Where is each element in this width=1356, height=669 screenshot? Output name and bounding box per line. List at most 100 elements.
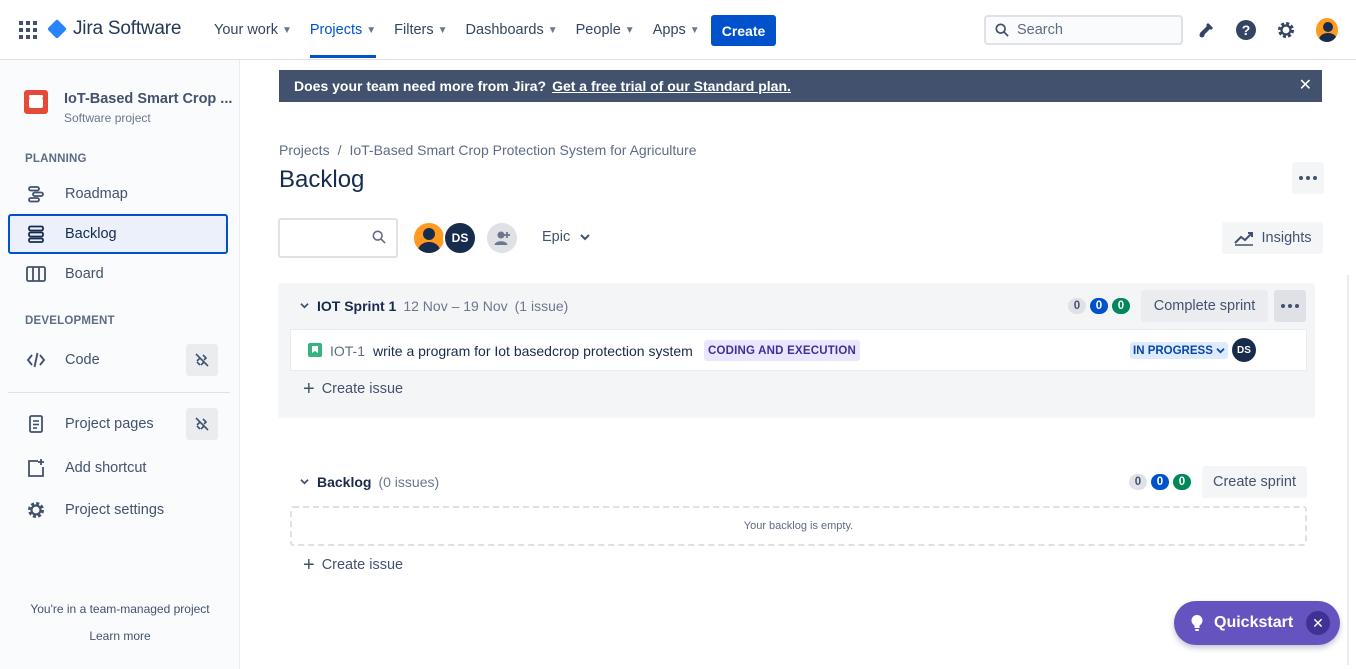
breadcrumb-project[interactable]: IoT-Based Smart Crop Protection System f…	[349, 142, 696, 158]
sidebar-item-project-settings[interactable]: Project settings	[8, 490, 228, 530]
project-pages-icon	[25, 413, 47, 435]
project-avatar-icon	[24, 90, 48, 114]
jira-logo[interactable]: Jira Software	[47, 18, 182, 40]
settings-icon[interactable]	[1275, 19, 1297, 41]
plus-icon: +	[303, 378, 315, 400]
banner-text: Does your team need more from Jira?	[294, 78, 547, 94]
chevron-down-icon: ▼	[689, 24, 700, 36]
nav-people-label: People	[575, 22, 621, 38]
project-sidebar: IoT-Based Smart Crop ... Software projec…	[0, 60, 240, 669]
app-name: Jira Software	[73, 18, 182, 39]
sidebar-item-label: Backlog	[65, 226, 117, 242]
breadcrumb-projects[interactable]: Projects	[279, 142, 330, 158]
disconnected-link-icon[interactable]	[186, 408, 218, 440]
status-label: IN PROGRESS	[1133, 344, 1213, 357]
search-icon	[995, 23, 1009, 37]
planning-heading: PLANNING	[25, 153, 87, 165]
sidebar-item-add-shortcut[interactable]: Add shortcut	[8, 448, 228, 488]
board-icon	[25, 263, 47, 285]
nav-apps[interactable]: Apps ▼	[653, 0, 700, 60]
sidebar-divider	[8, 392, 230, 393]
insights-button[interactable]: Insights	[1222, 222, 1323, 254]
sprint-more-button[interactable]	[1274, 290, 1306, 322]
table-row[interactable]: IOT-1 write a program for Iot basedcrop …	[290, 329, 1307, 371]
assignee-avatar[interactable]: DS	[1232, 338, 1256, 362]
more-actions-button[interactable]	[1292, 162, 1324, 194]
nav-filters-label: Filters	[394, 22, 434, 38]
chevron-down-icon	[580, 234, 590, 241]
learn-more-link[interactable]: Learn more	[0, 629, 240, 643]
scrollbar[interactable]	[1347, 275, 1349, 665]
sidebar-item-project-pages[interactable]: Project pages	[8, 404, 228, 444]
breadcrumb-separator: /	[337, 142, 342, 158]
chevron-down-icon: ▼	[281, 24, 292, 36]
nav-your-work-label: Your work	[214, 22, 278, 38]
status-dropdown[interactable]: IN PROGRESS	[1130, 342, 1228, 359]
user-avatar-icon	[418, 228, 440, 253]
profile-avatar[interactable]	[1316, 18, 1338, 42]
issue-key[interactable]: IOT-1	[330, 343, 365, 359]
nav-filters[interactable]: Filters ▼	[394, 0, 447, 60]
add-shortcut-icon	[25, 457, 47, 479]
avatar[interactable]: DS	[443, 221, 477, 255]
lightbulb-icon	[1191, 615, 1203, 631]
backlog-icon	[25, 223, 47, 245]
settings-icon	[25, 499, 47, 521]
nav-people[interactable]: People ▼	[576, 0, 635, 60]
backlog-search-input[interactable]	[278, 218, 398, 258]
sidebar-item-label: Board	[65, 266, 104, 282]
sidebar-item-board[interactable]: Board	[8, 254, 228, 294]
close-icon[interactable]: ✕	[1299, 78, 1312, 94]
project-header[interactable]	[24, 90, 48, 114]
todo-count: 0	[1129, 474, 1147, 490]
search-box[interactable]	[984, 15, 1183, 45]
top-navigation-bar: Jira Software Your work ▼ Projects ▼ Filte…	[0, 0, 1356, 60]
create-sprint-button[interactable]: Create sprint	[1202, 466, 1307, 498]
quickstart-label: Quickstart	[1214, 614, 1294, 631]
in-progress-count: 0	[1151, 474, 1169, 490]
backlog-header[interactable]: Backlog (0 issues)	[300, 474, 439, 490]
disconnected-link-icon[interactable]	[186, 344, 218, 376]
nav-dashboards[interactable]: Dashboards ▼	[466, 0, 558, 60]
roadmap-icon	[25, 183, 47, 205]
backlog-status-counts: 0 0 0	[1129, 474, 1191, 490]
insights-label: Insights	[1261, 230, 1312, 246]
sidebar-item-label: Roadmap	[65, 186, 128, 202]
banner-link[interactable]: Get a free trial of our Standard plan.	[552, 78, 791, 94]
search-input[interactable]	[1017, 22, 1167, 38]
avatar[interactable]	[412, 221, 446, 255]
search-icon	[372, 230, 386, 244]
issue-summary[interactable]: write a program for Iot basedcrop protec…	[373, 343, 693, 359]
create-issue-button[interactable]: + Create issue	[303, 555, 403, 575]
epic-filter-dropdown[interactable]: Epic	[542, 229, 590, 245]
sidebar-item-roadmap[interactable]: Roadmap	[8, 174, 228, 214]
chevron-down-icon: ▼	[366, 24, 377, 36]
add-people-icon[interactable]	[485, 221, 519, 255]
create-issue-label: Create issue	[321, 381, 404, 397]
sprint-header[interactable]: IOT Sprint 1 12 Nov – 19 Nov (1 issue)	[300, 298, 568, 314]
team-managed-note: You're in a team-managed project	[30, 602, 210, 616]
help-icon[interactable]: ?	[1235, 19, 1257, 41]
create-issue-button[interactable]: + Create issue	[303, 378, 404, 400]
app-switcher-icon[interactable]	[19, 21, 37, 39]
chevron-down-icon: ▼	[437, 24, 448, 36]
nav-apps-label: Apps	[652, 22, 686, 38]
upgrade-banner: Does your team need more from Jira? Get …	[279, 70, 1322, 102]
backlog-name: Backlog	[317, 474, 372, 490]
sprint-status-counts: 0 0 0	[1068, 298, 1130, 314]
sidebar-item-code[interactable]: Code	[8, 340, 228, 380]
notifications-icon[interactable]	[1195, 19, 1217, 41]
chevron-down-icon: ▼	[547, 24, 558, 36]
create-button[interactable]: Create	[711, 15, 776, 46]
done-count: 0	[1112, 298, 1130, 314]
primary-nav: Your work ▼ Projects ▼ Filters ▼ Dashboards…	[214, 0, 718, 60]
project-name[interactable]: IoT-Based Smart Crop ...	[64, 91, 232, 107]
backlog-issue-count: (0 issues)	[378, 474, 440, 490]
close-icon[interactable]: ✕	[1306, 611, 1330, 635]
sidebar-item-backlog[interactable]: Backlog	[8, 214, 228, 254]
complete-sprint-button[interactable]: Complete sprint	[1141, 290, 1268, 322]
nav-your-work[interactable]: Your work ▼	[214, 0, 292, 60]
nav-projects[interactable]: Projects ▼	[309, 0, 377, 60]
epic-lozenge[interactable]: CODING AND EXECUTION	[704, 340, 860, 361]
quickstart-button[interactable]: Quickstart ✕	[1174, 601, 1340, 645]
